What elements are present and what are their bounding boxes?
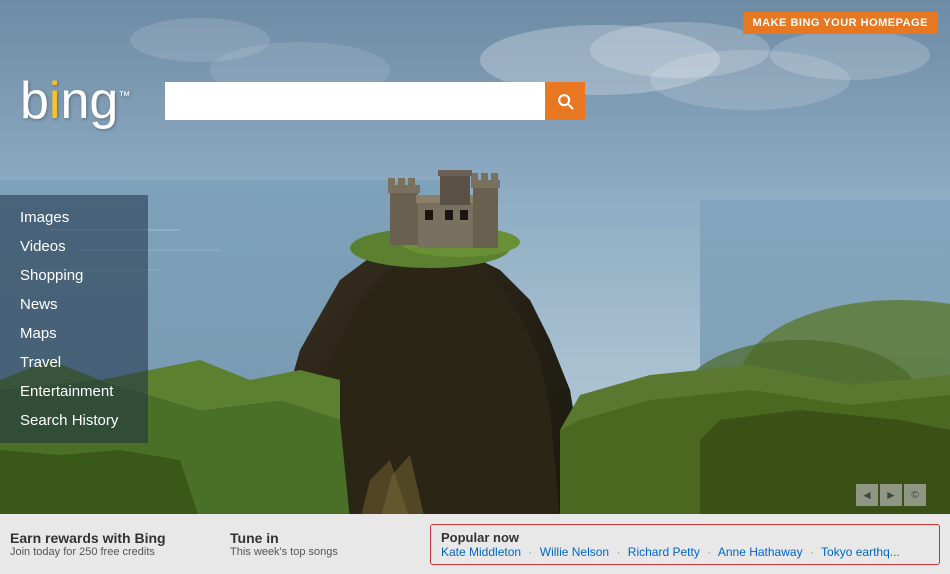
- sidebar-item-shopping[interactable]: Shopping: [0, 261, 148, 290]
- dot-sep-3: ·: [707, 545, 711, 559]
- bottom-earn-section: Earn rewards with Bing Join today for 25…: [0, 530, 220, 558]
- popular-item-4[interactable]: Anne Hathaway: [718, 545, 803, 559]
- bottom-popular-section: Popular now Kate Middleton · Willie Nels…: [430, 524, 940, 565]
- bottom-tunein-section: Tune in This week's top songs: [220, 530, 420, 558]
- dot-sep-2: ·: [616, 545, 620, 559]
- tunein-subtitle: This week's top songs: [230, 546, 410, 558]
- sidebar-item-maps[interactable]: Maps: [0, 319, 148, 348]
- popular-title: Popular now: [441, 530, 929, 545]
- tunein-title[interactable]: Tune in: [230, 530, 410, 546]
- sidebar-item-search-history[interactable]: Search History: [0, 406, 148, 435]
- logo-area: bing™: [20, 75, 130, 127]
- dot-sep-1: ·: [528, 545, 532, 559]
- copyright-icon: ©: [904, 484, 926, 506]
- sidebar-item-entertainment[interactable]: Entertainment: [0, 377, 148, 406]
- search-button[interactable]: [545, 82, 585, 120]
- search-icon: [555, 91, 575, 111]
- search-container: [165, 82, 585, 120]
- search-input[interactable]: [165, 82, 545, 120]
- sidebar-item-videos[interactable]: Videos: [0, 232, 148, 261]
- earn-subtitle: Join today for 250 free credits: [10, 546, 210, 558]
- sidebar-item-travel[interactable]: Travel: [0, 348, 148, 377]
- popular-item-2[interactable]: Willie Nelson: [540, 545, 609, 559]
- popular-item-1[interactable]: Kate Middleton: [441, 545, 521, 559]
- nav-arrows: ◄ ► ©: [856, 484, 926, 506]
- prev-arrow[interactable]: ◄: [856, 484, 878, 506]
- popular-item-3[interactable]: Richard Petty: [628, 545, 700, 559]
- next-arrow[interactable]: ►: [880, 484, 902, 506]
- sidebar-item-news[interactable]: News: [0, 290, 148, 319]
- popular-item-5[interactable]: Tokyo earthq...: [821, 545, 900, 559]
- sidebar-item-images[interactable]: Images: [0, 203, 148, 232]
- bing-logo[interactable]: bing™: [20, 75, 130, 127]
- dot-sep-4: ·: [810, 545, 814, 559]
- homepage-banner[interactable]: MAKE BING YOUR HOMEPAGE: [743, 12, 939, 34]
- bottom-bar: Earn rewards with Bing Join today for 25…: [0, 514, 950, 574]
- left-nav: Images Videos Shopping News Maps Travel …: [0, 195, 148, 443]
- earn-title[interactable]: Earn rewards with Bing: [10, 530, 210, 546]
- popular-items: Kate Middleton · Willie Nelson · Richard…: [441, 545, 929, 559]
